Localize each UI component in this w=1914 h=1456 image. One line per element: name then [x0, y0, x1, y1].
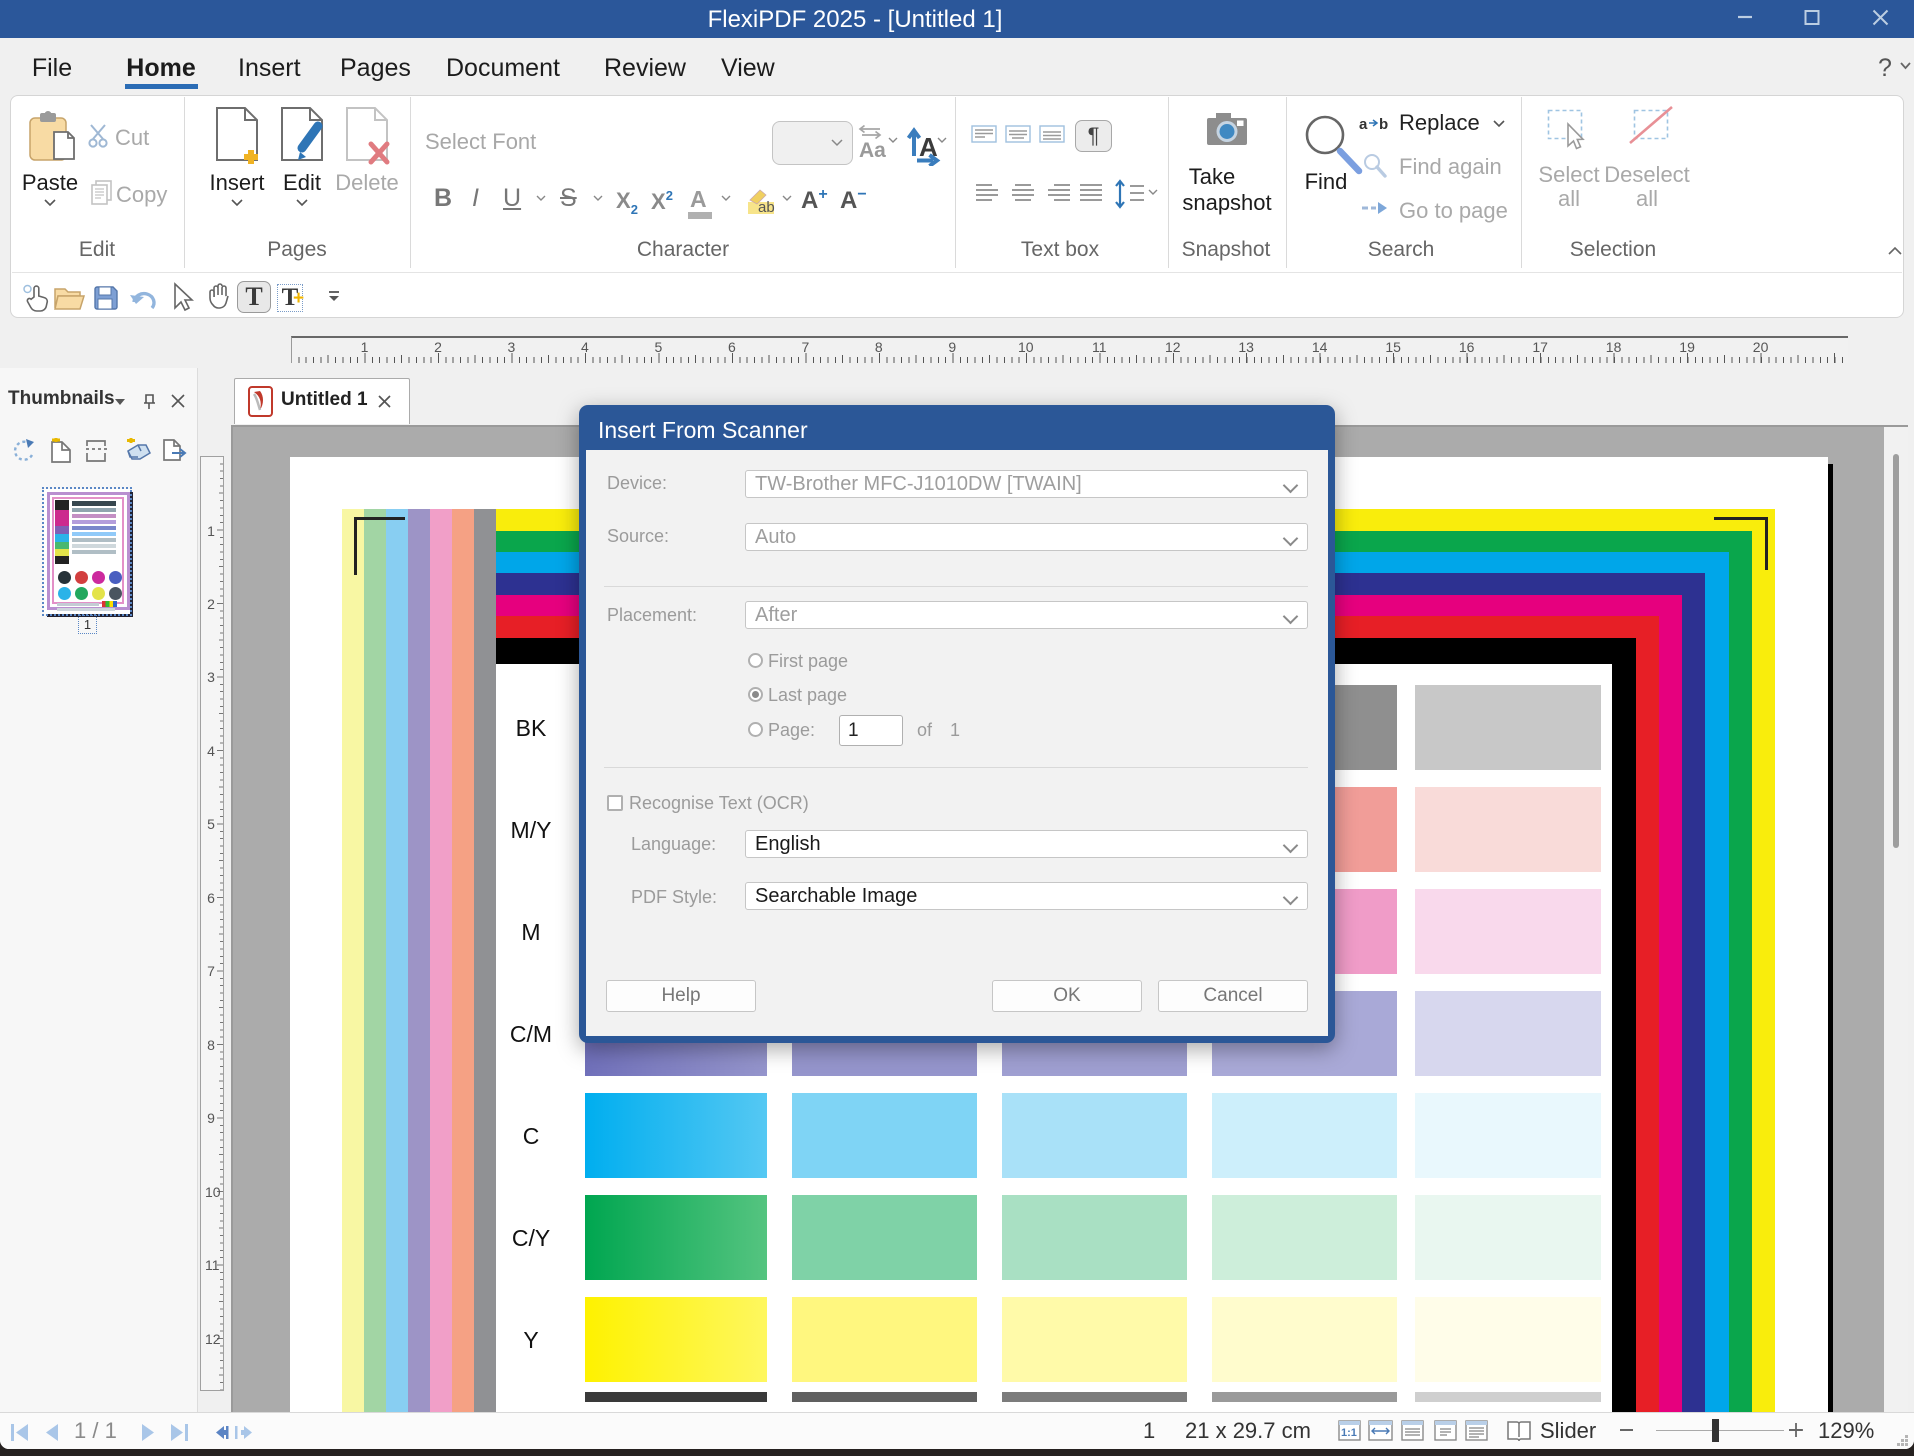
svg-text:1:1: 1:1	[1341, 1427, 1357, 1439]
svg-text:Aa: Aa	[859, 139, 886, 160]
svg-text:ab: ab	[758, 199, 775, 216]
svg-text:a: a	[1359, 116, 1368, 133]
svg-text:b: b	[1379, 116, 1388, 133]
